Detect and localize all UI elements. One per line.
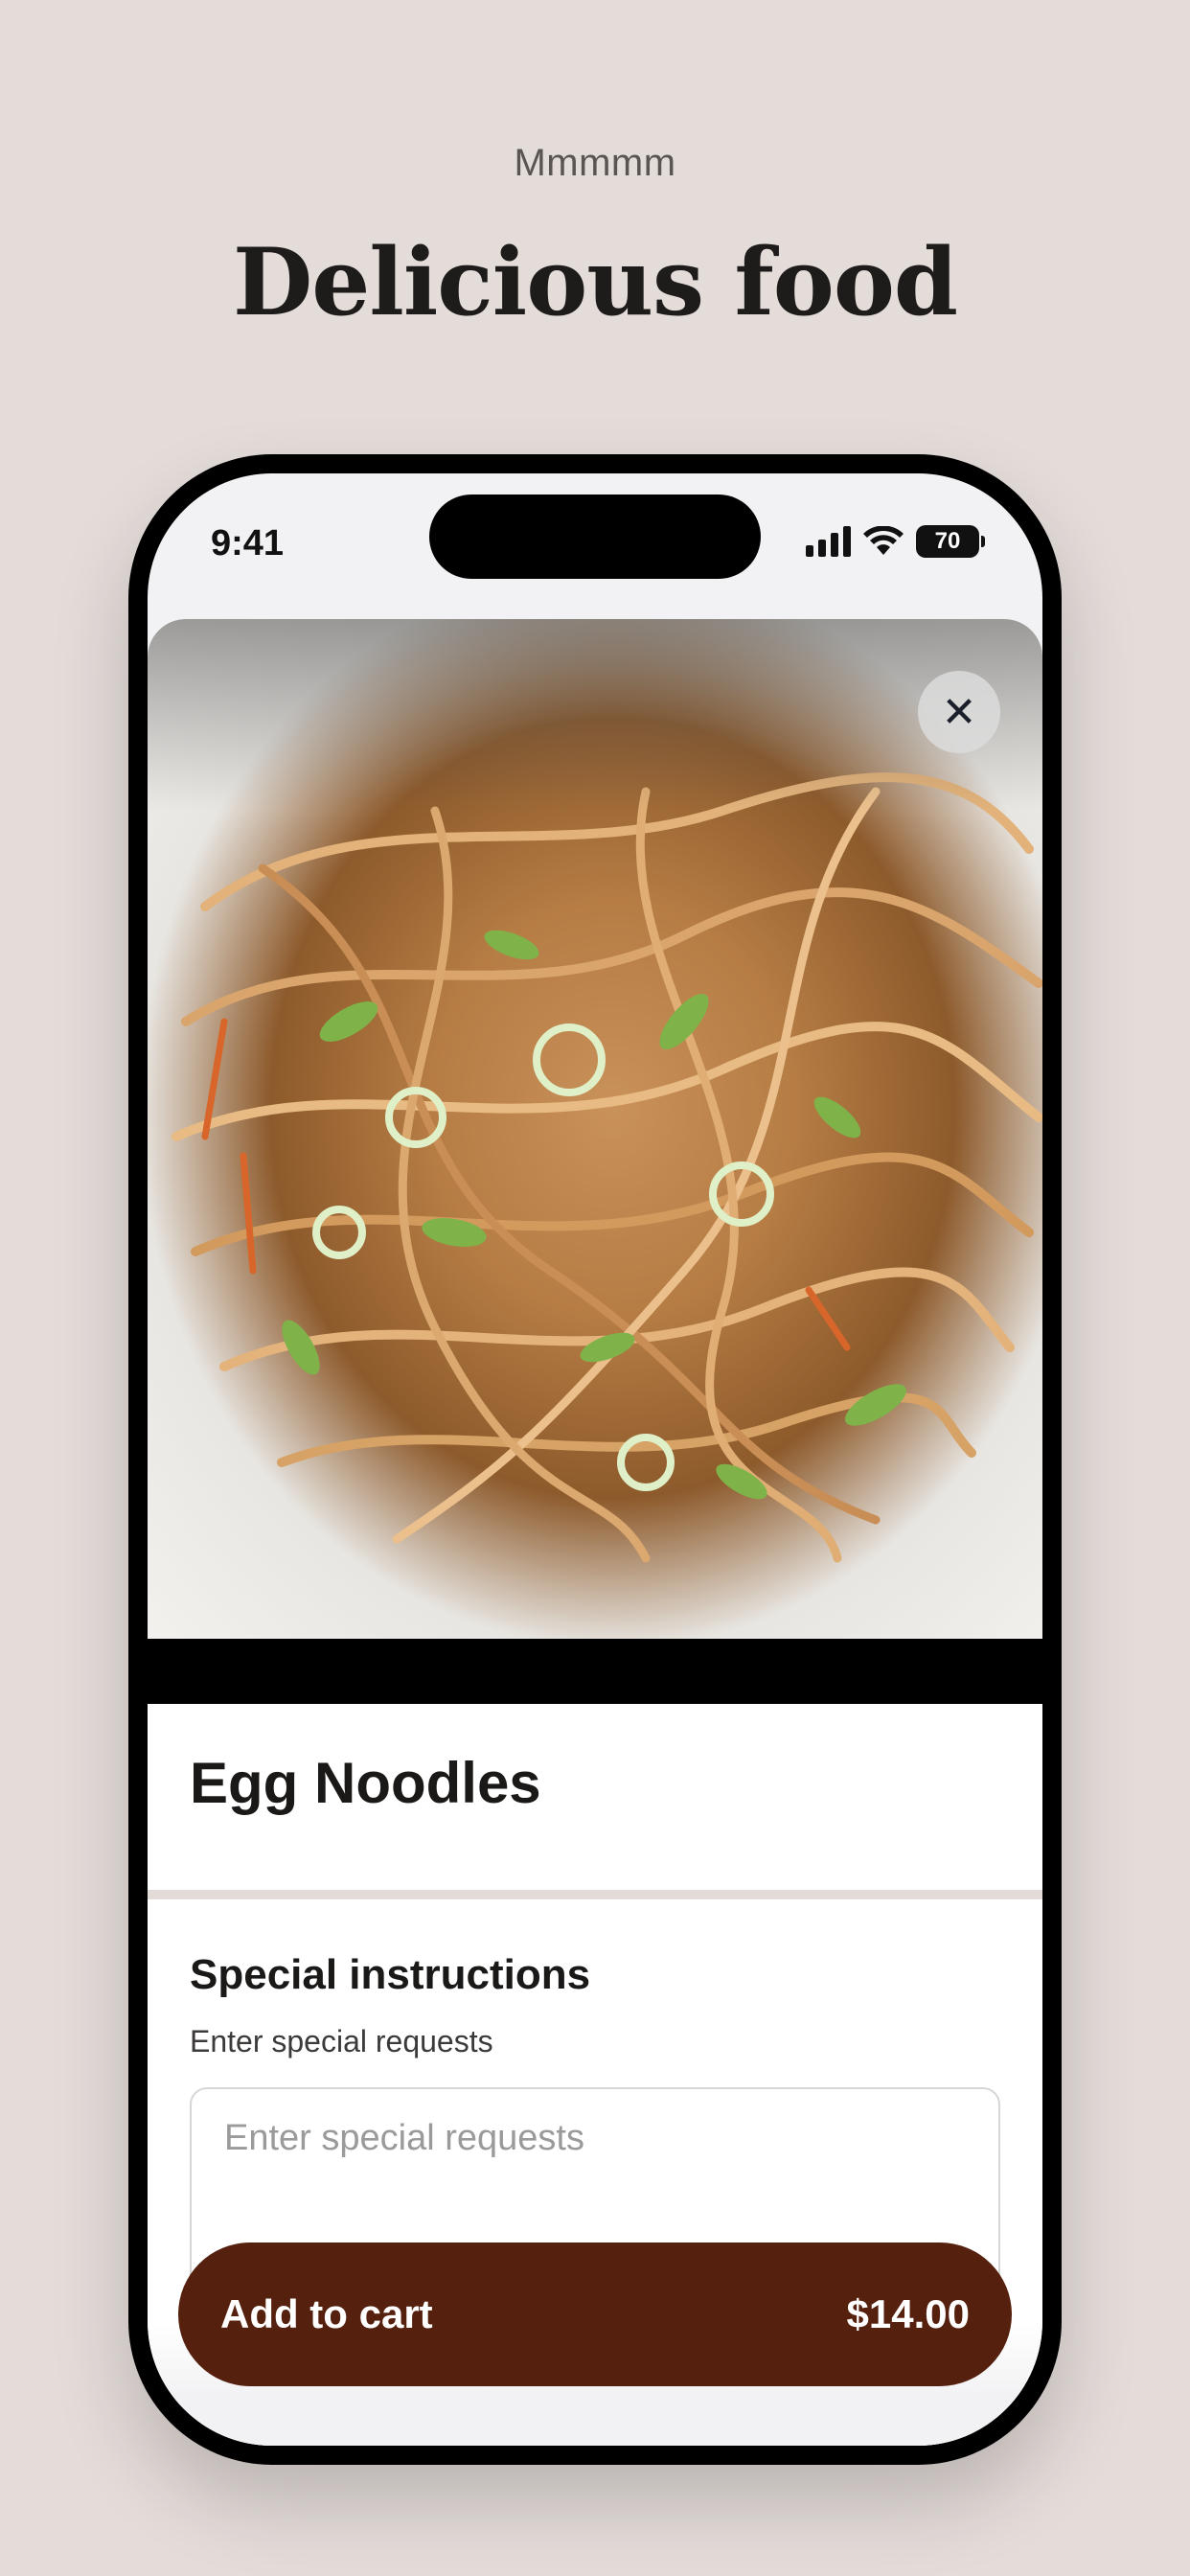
egg-noodles-photo <box>148 619 1042 1639</box>
status-icons: 70 <box>806 525 985 558</box>
dynamic-island <box>429 494 761 579</box>
add-to-cart-button[interactable]: Add to cart $14.00 <box>178 2242 1012 2386</box>
item-title: Egg Noodles <box>190 1751 541 1815</box>
status-time: 9:41 <box>211 523 285 564</box>
photo-top-shade <box>148 619 1042 811</box>
close-icon: ✕ <box>941 688 977 736</box>
phone-frame: 9:41 70 ✕ Egg Noodles Special instructio… <box>128 454 1062 2465</box>
item-sheet: ✕ Egg Noodles Special instructions Enter… <box>148 619 1042 2446</box>
photo-bottom-strip <box>148 1639 1042 1704</box>
section-divider <box>148 1890 1042 1899</box>
wifi-icon <box>863 526 904 555</box>
phone-screen: 9:41 70 ✕ Egg Noodles Special instructio… <box>148 473 1042 2446</box>
battery-icon: 70 <box>916 525 985 558</box>
status-bar: 9:41 70 <box>148 473 1042 617</box>
headline: Delicious food <box>233 228 958 336</box>
special-instructions-subtitle: Enter special requests <box>190 2024 493 2058</box>
signal-icon <box>806 526 851 557</box>
close-button[interactable]: ✕ <box>918 671 1000 753</box>
special-instructions-title: Special instructions <box>190 1951 591 1998</box>
cart-price: $14.00 <box>846 2291 970 2336</box>
add-to-cart-label: Add to cart <box>220 2291 433 2336</box>
eyebrow-text: Mmmmm <box>514 142 676 184</box>
